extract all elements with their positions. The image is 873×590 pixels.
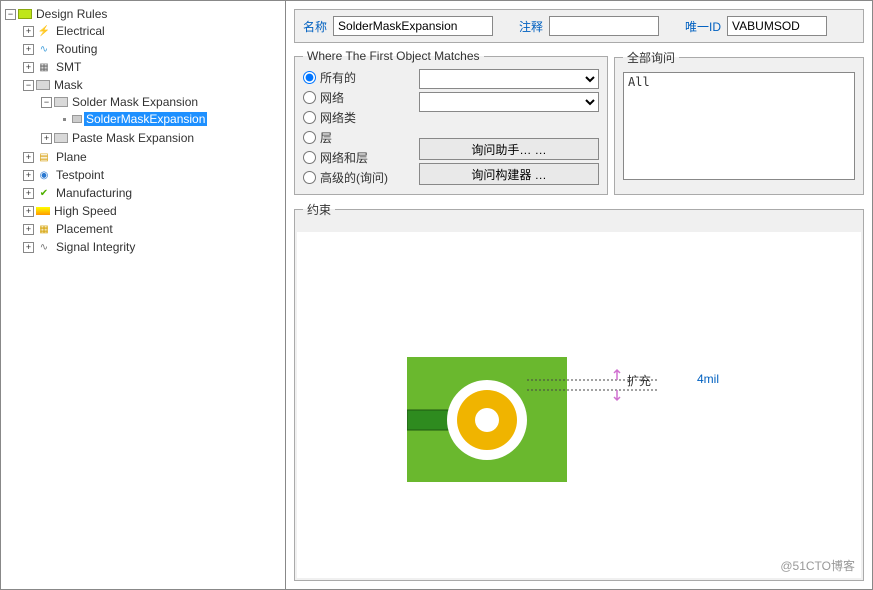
first-object-matches: Where The First Object Matches 所有的 网络 网络… [294, 49, 608, 195]
rules-icon [18, 9, 32, 19]
mask-icon [36, 80, 50, 90]
expand-icon[interactable]: + [23, 242, 34, 253]
expand-icon[interactable]: + [23, 44, 34, 55]
expand-icon[interactable]: + [23, 26, 34, 37]
tree-smt[interactable]: +▦SMT [23, 59, 283, 75]
tree-placement[interactable]: +▦Placement [23, 221, 283, 237]
routing-icon: ∿ [36, 43, 52, 55]
expand-icon[interactable]: + [23, 62, 34, 73]
collapse-icon[interactable]: − [23, 80, 34, 91]
rule-header: 名称 注释 唯一ID [294, 9, 864, 43]
pad-illustration: 扩充 4mil @51CTO博客 [297, 232, 861, 578]
tree-manufacturing[interactable]: +✔Manufacturing [23, 185, 283, 201]
radio-net-and-layer[interactable]: 网络和层 [303, 149, 388, 166]
placement-icon: ▦ [36, 223, 52, 235]
radio-net[interactable]: 网络 [303, 89, 388, 106]
query-text[interactable]: All [623, 72, 855, 180]
radio-layer[interactable]: 层 [303, 129, 388, 146]
watermark: @51CTO博客 [780, 557, 855, 574]
tree-signal-integrity[interactable]: +∿Signal Integrity [23, 239, 283, 255]
uid-input[interactable] [727, 16, 827, 36]
tree-root[interactable]: − Design Rules [5, 6, 283, 22]
expansion-value: 4mil [697, 372, 719, 386]
netclass-select[interactable] [419, 92, 599, 112]
tree-plane[interactable]: +▤Plane [23, 149, 283, 165]
tree-solder-mask-expansion-rule[interactable]: SolderMaskExpansion [59, 111, 283, 127]
expansion-label: 扩充 [627, 372, 651, 389]
net-select[interactable] [419, 69, 599, 89]
comment-label: 注释 [519, 18, 543, 35]
expand-icon[interactable]: + [23, 206, 34, 217]
name-input[interactable] [333, 16, 493, 36]
mask-icon [54, 133, 68, 143]
name-label: 名称 [303, 18, 327, 35]
tree-high-speed[interactable]: +High Speed [23, 203, 283, 219]
expand-icon[interactable]: + [23, 224, 34, 235]
expand-icon[interactable]: + [23, 170, 34, 181]
uid-label: 唯一ID [685, 18, 721, 35]
radio-netclass[interactable]: 网络类 [303, 109, 388, 126]
radio-advanced[interactable]: 高级的(询问) [303, 169, 388, 186]
tree-electrical[interactable]: +⚡Electrical [23, 23, 283, 39]
tree-solder-mask-expansion[interactable]: −Solder Mask Expansion [41, 94, 283, 110]
tree-label: Design Rules [34, 7, 109, 21]
query-builder-button[interactable]: 询问构建器 … [419, 163, 599, 185]
high-speed-icon [36, 207, 50, 215]
expand-icon[interactable]: + [41, 133, 52, 144]
electrical-icon: ⚡ [36, 25, 52, 37]
comment-input[interactable] [549, 16, 659, 36]
pad-svg [407, 342, 657, 502]
constraint-legend: 约束 [303, 201, 335, 218]
tree-testpoint[interactable]: +◉Testpoint [23, 167, 283, 183]
tree-paste-mask-expansion[interactable]: +Paste Mask Expansion [41, 130, 283, 146]
testpoint-icon: ◉ [36, 169, 52, 181]
tree-routing[interactable]: +∿Routing [23, 41, 283, 57]
mask-icon [54, 97, 68, 107]
expand-icon[interactable]: + [23, 152, 34, 163]
query-assistant-button[interactable]: 询问助手… … [419, 138, 599, 160]
tree-mask[interactable]: −Mask [23, 77, 283, 93]
collapse-icon[interactable]: − [41, 97, 52, 108]
full-query: 全部询问 All [614, 49, 864, 195]
expand-icon[interactable]: + [23, 188, 34, 199]
rules-tree[interactable]: − Design Rules +⚡Electrical +∿Routing +▦… [1, 1, 286, 589]
manufacturing-icon: ✔ [36, 187, 52, 199]
signal-integrity-icon: ∿ [36, 241, 52, 253]
smt-icon: ▦ [36, 61, 52, 73]
rule-icon [72, 115, 82, 123]
collapse-icon[interactable]: − [5, 9, 16, 20]
plane-icon: ▤ [36, 151, 52, 163]
matches-legend: Where The First Object Matches [303, 49, 484, 63]
constraint-panel: 约束 [294, 201, 864, 581]
query-legend: 全部询问 [623, 49, 679, 66]
radio-all[interactable]: 所有的 [303, 69, 388, 86]
